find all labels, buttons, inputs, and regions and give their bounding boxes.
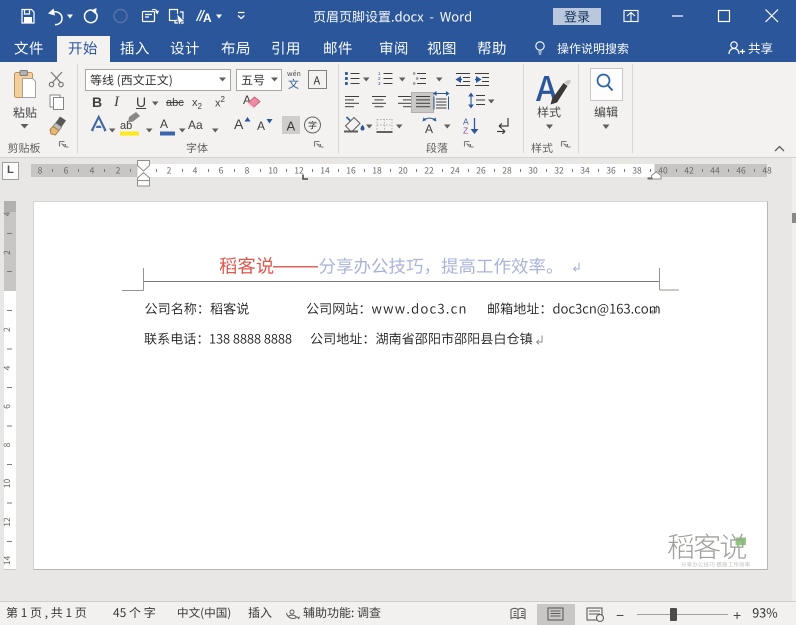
svg-text:A: A: [203, 11, 212, 25]
svg-text:3: 3: [378, 81, 381, 86]
svg-text:Z: Z: [463, 126, 468, 136]
svg-text:A: A: [425, 122, 433, 136]
svg-text:A: A: [287, 119, 296, 134]
